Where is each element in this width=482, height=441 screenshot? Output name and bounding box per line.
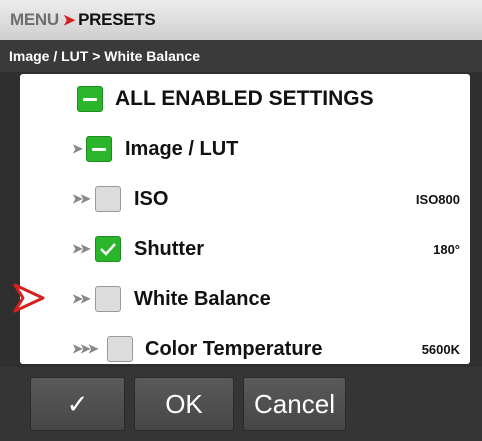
menu-breadcrumb-bar: MENU ➤ PRESETS: [0, 0, 482, 40]
checkbox-checked[interactable]: [95, 236, 121, 262]
checkbox-unchecked[interactable]: [95, 186, 121, 212]
cancel-label: Cancel: [254, 388, 335, 419]
setting-value: 5600K: [421, 341, 460, 357]
chevron-icon: ➤➤: [72, 241, 91, 256]
checkmark-icon: ✓: [66, 388, 89, 419]
checkbox-partial[interactable]: [86, 136, 112, 162]
chevron-icon: ➤: [72, 141, 83, 156]
breadcrumb-arrow-icon: ➤: [62, 12, 76, 29]
chevron-icon: ➤➤: [72, 291, 91, 306]
checkbox-partial[interactable]: [77, 86, 103, 112]
checkmark-icon: [100, 243, 116, 256]
setting-label: Image / LUT: [125, 137, 239, 160]
setting-row-white-balance[interactable]: ➤➤ White Balance: [20, 274, 470, 324]
minus-icon: [92, 147, 106, 151]
minus-icon: [83, 97, 97, 101]
setting-row-shutter[interactable]: ➤➤ Shutter 180°: [20, 224, 470, 274]
setting-row-color-temperature[interactable]: ➤➤➤ Color Temperature 5600K: [20, 324, 470, 364]
confirm-button[interactable]: ✓: [30, 377, 125, 431]
presets-label: PRESETS: [78, 10, 156, 29]
sub-breadcrumb: Image / LUT > White Balance: [0, 40, 482, 72]
setting-label: White Balance: [134, 287, 271, 310]
checkbox-unchecked[interactable]: [107, 336, 133, 362]
ok-button[interactable]: OK: [134, 377, 234, 431]
setting-value: ISO800: [415, 191, 460, 207]
selection-pointer-icon: [13, 283, 45, 313]
chevron-icon: ➤➤➤: [72, 341, 99, 356]
setting-label: ISO: [134, 187, 169, 210]
cancel-button[interactable]: Cancel: [243, 377, 346, 431]
checkbox-unchecked[interactable]: [95, 286, 121, 312]
setting-label: ALL ENABLED SETTINGS: [115, 87, 374, 110]
setting-label: Shutter: [134, 237, 204, 260]
setting-row-iso[interactable]: ➤➤ ISO ISO800: [20, 174, 470, 224]
setting-label: Color Temperature: [145, 337, 323, 360]
settings-list: ALL ENABLED SETTINGS ➤ Image / LUT ➤➤ IS…: [20, 74, 470, 364]
setting-row-all-enabled[interactable]: ALL ENABLED SETTINGS: [20, 74, 470, 124]
setting-value: 180°: [433, 241, 460, 257]
ok-label: OK: [165, 388, 203, 419]
menu-label[interactable]: MENU: [10, 10, 59, 30]
setting-row-image-lut[interactable]: ➤ Image / LUT: [20, 124, 470, 174]
chevron-icon: ➤➤: [72, 191, 91, 206]
